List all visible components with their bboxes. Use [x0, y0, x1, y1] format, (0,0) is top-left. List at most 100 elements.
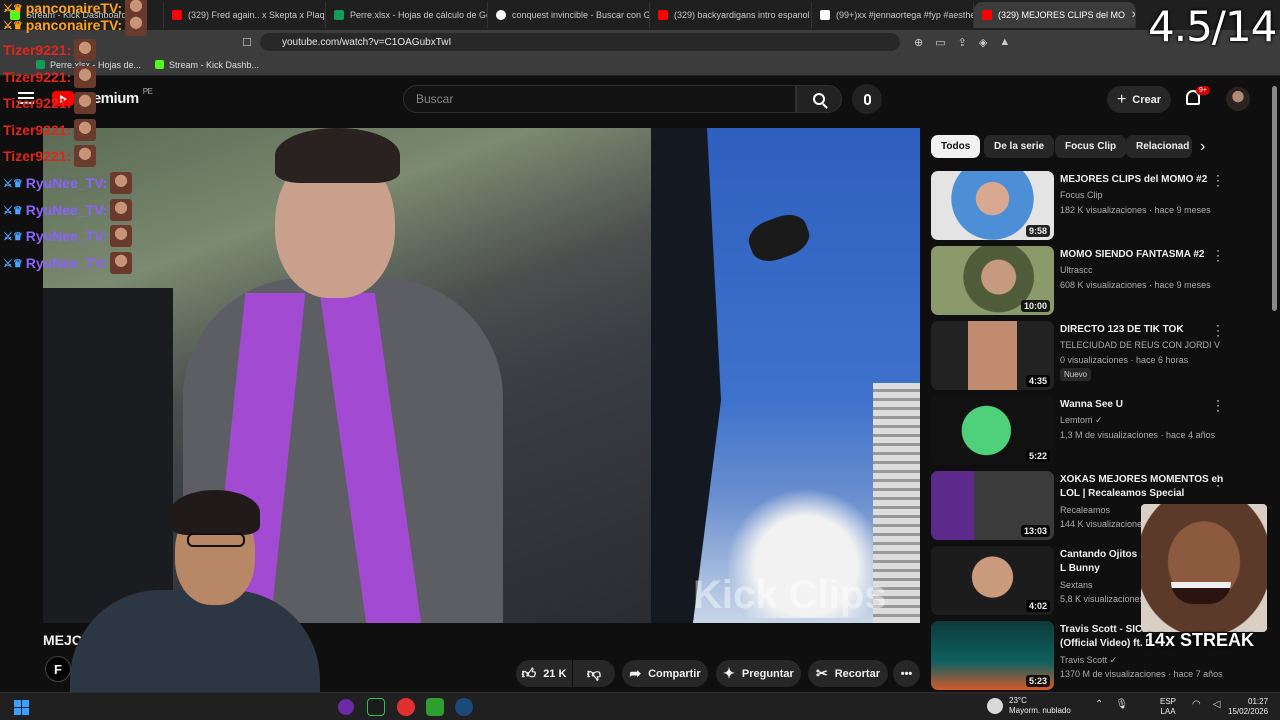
duration-badge: 4:02: [1025, 600, 1050, 612]
clip-button[interactable]: ✂ Recortar: [808, 660, 888, 687]
search-button[interactable]: [796, 85, 842, 113]
tab-favicon-icon: [496, 10, 506, 20]
language-indicator[interactable]: ESP LAA: [1160, 697, 1176, 717]
voice-search-button[interactable]: [852, 84, 882, 114]
chat-message: Tizer9221:: [3, 118, 183, 142]
dislike-button[interactable]: 👎︎: [573, 660, 615, 687]
rec-title[interactable]: DIRECTO 123 DE TIK TOK: [1060, 323, 1230, 337]
page-scrollbar[interactable]: [1272, 86, 1277, 311]
taskbar-app-icon[interactable]: [426, 698, 444, 716]
tab-label: Perre.xlsx - Hojas de cálculo de Goog: [350, 10, 488, 20]
video-thumbnail[interactable]: 4:02: [931, 546, 1054, 615]
url-field[interactable]: youtube.com/watch?v=C1OAGubxTwI: [260, 33, 900, 51]
taskbar-app-icon[interactable]: [367, 698, 385, 716]
taskbar-app-icon[interactable]: [338, 699, 354, 715]
ride-frame: [651, 128, 721, 623]
video-thumbnail[interactable]: 10:00: [931, 246, 1054, 315]
duration-badge: 5:23: [1025, 675, 1050, 687]
new-badge: Nuevo: [1060, 368, 1092, 381]
chip-relacionados[interactable]: Relacionad: [1126, 135, 1192, 158]
chat-username: RyuNee_TV:: [25, 175, 108, 191]
zoom-icon[interactable]: ⊕: [914, 36, 923, 49]
browser-tab-active[interactable]: (329) MEJORES CLIPS del MO ✕: [974, 2, 1136, 28]
create-button[interactable]: + Crear: [1107, 86, 1171, 113]
chip-focus-clip[interactable]: Focus Clip: [1055, 135, 1127, 158]
rec-title[interactable]: MOMO SIENDO FANTASMA #2: [1060, 248, 1230, 262]
cast-icon[interactable]: ▭: [935, 36, 945, 49]
video-thumbnail[interactable]: 9:58: [931, 171, 1054, 240]
chevron-up-icon[interactable]: ⌃: [1095, 699, 1103, 710]
browser-tab[interactable]: (99+)xx #jennaortega #fyp #aesthet: [812, 2, 974, 28]
search-input[interactable]: Buscar: [403, 85, 796, 113]
taskbar-app-icon[interactable]: [397, 698, 415, 716]
like-count: 21 K: [543, 667, 567, 680]
account-avatar[interactable]: [1226, 87, 1250, 111]
flying-object: [743, 208, 815, 268]
browser-tab[interactable]: (329) Fred again.. x Skepta x Plaquebo: [164, 2, 326, 28]
tab-label: (329) Fred again.. x Skepta x Plaquebo: [188, 10, 325, 20]
like-button[interactable]: 👍︎ 21 K: [516, 660, 572, 687]
chat-username: Tizer9221:: [3, 148, 72, 164]
kebab-menu-icon[interactable]: ···: [1216, 319, 1220, 341]
rec-title[interactable]: Cantando Ojitos L Bunny: [1060, 548, 1140, 576]
browser-tab[interactable]: Perre.xlsx - Hojas de cálculo de Goog: [326, 2, 488, 28]
weather-desc: Mayorm. nublado: [1009, 706, 1071, 715]
chip-todos[interactable]: Todos: [931, 135, 981, 158]
browser-tab[interactable]: (329) backyardigans intro espanol lat: [650, 2, 812, 28]
kebab-menu-icon[interactable]: ···: [1216, 169, 1220, 191]
share-label: Compartir: [648, 667, 701, 680]
bookmark-star-icon[interactable]: ☐: [242, 36, 252, 49]
windows-start-icon[interactable]: [14, 700, 29, 715]
rec-channel[interactable]: Ultrascc: [1060, 265, 1093, 275]
recommendation-item[interactable]: 9:58 MEJORES CLIPS del MOMO #2 Focus Cli…: [931, 169, 1261, 241]
video-thumbnail[interactable]: 5:23: [931, 621, 1054, 690]
recommendation-item[interactable]: 4:35 DIRECTO 123 DE TIK TOK TELECIUDAD D…: [931, 319, 1261, 391]
rec-channel[interactable]: Travis Scott ✓: [1060, 655, 1117, 666]
weather-cloud-icon: [987, 698, 1003, 714]
rec-channel[interactable]: Lemtom ✓: [1060, 415, 1103, 426]
video-thumbnail[interactable]: 13:03: [931, 471, 1054, 540]
tab-close-icon[interactable]: ✕: [1131, 10, 1135, 21]
ask-button[interactable]: ✦ Preguntar: [716, 660, 801, 687]
chat-message: ⚔♛ RyuNee_TV:: [3, 224, 183, 248]
weather-widget[interactable]: 23°C Mayorm. nublado: [987, 696, 1071, 716]
shield-icon[interactable]: ◈: [979, 36, 987, 49]
recommendation-item[interactable]: 10:00 MOMO SIENDO FANTASMA #2 Ultrascc 6…: [931, 244, 1261, 316]
screen: Stream - Kick Dashboard (329) Fred again…: [0, 0, 1280, 720]
system-clock[interactable]: 01:27 15/02/2026: [1228, 697, 1268, 717]
rec-channel[interactable]: Focus Clip: [1060, 190, 1103, 200]
chip-de-la-serie[interactable]: De la serie: [984, 135, 1055, 158]
chevron-right-icon[interactable]: ›: [1200, 138, 1205, 156]
chat-username: RyuNee_TV:: [25, 202, 108, 218]
chat-emote-icon: [125, 14, 148, 36]
rec-channel[interactable]: Recaleamos: [1060, 505, 1110, 515]
volume-icon[interactable]: ◁: [1213, 699, 1221, 710]
wifi-icon[interactable]: ◠: [1192, 699, 1201, 710]
microphone-tray-icon[interactable]: 🎙︎: [1115, 699, 1128, 710]
address-bar-row: ☐ youtube.com/watch?v=C1OAGubxTwI ⊕ ▭ ⇪ …: [0, 30, 1280, 54]
rewards-icon[interactable]: ▲: [999, 36, 1010, 49]
video-thumbnail[interactable]: 4:35: [931, 321, 1054, 390]
video-thumbnail[interactable]: 5:22: [931, 396, 1054, 465]
rec-channel[interactable]: TELECIUDAD DE REUS CON JORDI VILL...: [1060, 340, 1220, 350]
rec-title[interactable]: MEJORES CLIPS del MOMO #2: [1060, 173, 1230, 187]
chat-username: Tizer9221:: [3, 122, 72, 138]
kebab-menu-icon[interactable]: ···: [1216, 244, 1220, 266]
chat-emote-icon: [110, 199, 133, 221]
rec-title[interactable]: Wanna See U: [1060, 398, 1230, 412]
tab-label: (329) backyardigans intro espanol lat: [674, 10, 812, 20]
rec-meta: 5,8 K visualizaciones: [1060, 594, 1145, 604]
browser-tab[interactable]: conquest invincible - Buscar con Goo: [488, 2, 650, 28]
kebab-menu-icon[interactable]: ···: [1216, 394, 1220, 416]
rec-title[interactable]: XOKAS MEJORES MOMENTOS en LOL | Recaleam…: [1060, 473, 1230, 501]
more-actions-button[interactable]: •••: [893, 660, 920, 687]
rec-meta: 1,3 M de visualizaciones · hace 4 años: [1060, 430, 1216, 440]
chat-username: Tizer9221:: [3, 42, 72, 58]
streak-meme-image: [1141, 504, 1267, 632]
recommendation-item[interactable]: 5:22 Wanna See U Lemtom ✓ 1,3 M de visua…: [931, 394, 1261, 466]
share-button[interactable]: ➦ Compartir: [622, 660, 708, 687]
share-icon[interactable]: ⇪: [958, 36, 967, 49]
kebab-menu-icon[interactable]: ···: [1216, 469, 1220, 491]
rec-channel[interactable]: Sextans: [1060, 580, 1093, 590]
steam-icon[interactable]: [455, 698, 473, 716]
